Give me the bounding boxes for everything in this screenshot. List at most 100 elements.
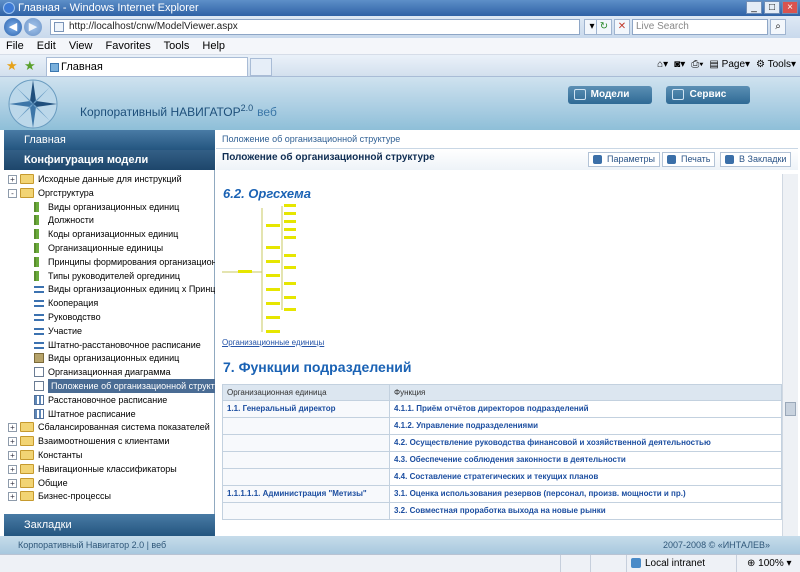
bookmark-label: В Закладки	[739, 154, 787, 164]
forward-button[interactable]: ▶	[24, 18, 42, 36]
printer-icon	[667, 155, 676, 164]
minimize-button[interactable]: _	[746, 1, 762, 14]
add-favorite-icon[interactable]: ★	[24, 58, 36, 74]
org-chart-thumbnail[interactable]	[222, 202, 302, 338]
org-chart-caption[interactable]: Организационные единицы	[222, 338, 324, 347]
print-button[interactable]: Печать	[662, 152, 716, 167]
footer-copyright[interactable]: 2007-2008 © «ИНТАЛЕВ»	[663, 536, 770, 554]
folder-icon	[20, 187, 34, 198]
parameters-button[interactable]: Параметры	[588, 152, 660, 167]
menu-edit[interactable]: Edit	[37, 40, 56, 52]
tree-node[interactable]: + Константы	[4, 448, 215, 462]
expand-icon[interactable]: +	[8, 492, 17, 502]
table-row: 3.2. Совместная проработка выхода на нов…	[222, 502, 782, 520]
favorites-star-icon[interactable]: ★	[6, 58, 18, 74]
function-cell[interactable]: 4.2. Осуществление руководства финансово…	[389, 434, 782, 452]
org-unit-cell[interactable]: 1.1.1.1.1. Администрация "Метизы"	[222, 485, 390, 503]
config-header[interactable]: Конфигурация модели	[4, 150, 215, 170]
tree-node[interactable]: + Бизнес-процессы	[4, 489, 215, 502]
tree-node[interactable]: Руководство	[4, 310, 215, 324]
zoom-indicator[interactable]: ⊕ 100% ▾	[736, 555, 800, 572]
browser-tab[interactable]: Главная	[46, 57, 248, 76]
tree-node[interactable]: Типы руководителей оргединиц	[4, 269, 215, 283]
bookmark-button[interactable]: В Закладки	[720, 152, 792, 167]
tab-bar: ★ ★ Главная ⌂▾ ◙▾ ⎙▾ ▤ Page▾ ⚙ Tools▾	[0, 55, 800, 77]
menu-tools[interactable]: Tools	[164, 40, 190, 52]
function-cell[interactable]: 3.1. Оценка использования резервов (перс…	[389, 485, 782, 503]
tree-node-label: Участие	[48, 325, 83, 336]
function-cell[interactable]: 4.3. Обеспечение соблюдения законности в…	[389, 451, 782, 469]
menu-file[interactable]: File	[6, 40, 24, 52]
tools-menu[interactable]: ⚙ Tools▾	[756, 59, 796, 70]
tree-node[interactable]: Кооперация	[4, 296, 215, 310]
function-cell[interactable]: 4.1.1. Приём отчётов директоров подразде…	[389, 400, 782, 418]
intranet-icon	[631, 558, 641, 568]
bookmarks-header[interactable]: Закладки	[4, 514, 215, 536]
function-cell[interactable]: 3.2. Совместная проработка выхода на нов…	[389, 502, 782, 520]
tree-node[interactable]: + Сбалансированная система показателей	[4, 420, 215, 434]
tree-node[interactable]: + Навигационные классификаторы	[4, 462, 215, 476]
expand-icon[interactable]: +	[8, 464, 17, 474]
function-cell[interactable]: 4.4. Составление стратегических и текущи…	[389, 468, 782, 486]
tree-node[interactable]: Участие	[4, 324, 215, 338]
tree-node[interactable]: Положение об организационной структуре	[4, 379, 215, 393]
tree-node[interactable]: + Взаимоотношения с клиентами	[4, 434, 215, 448]
collapse-icon[interactable]: -	[8, 188, 17, 198]
back-button[interactable]: ◀	[4, 18, 22, 36]
zone-indicator[interactable]: Local intranet	[626, 555, 734, 572]
tree-node[interactable]: Организационная диаграмма	[4, 365, 215, 379]
tree-node[interactable]: - Оргструктура	[4, 186, 215, 200]
breadcrumb[interactable]: Положение об организационной структуре	[222, 134, 400, 144]
print-icon[interactable]: ⎙▾	[691, 59, 703, 70]
tree-node[interactable]: + Общие	[4, 476, 215, 490]
tree-node[interactable]: Коды организационных единиц	[4, 227, 215, 241]
compass-logo-icon	[8, 79, 58, 129]
expand-icon[interactable]: +	[8, 423, 17, 433]
scrollbar-thumb[interactable]	[785, 402, 796, 416]
home-header[interactable]: Главная	[4, 130, 215, 150]
search-icon[interactable]: ⌕	[770, 19, 786, 35]
parameters-label: Параметры	[607, 154, 655, 164]
expand-icon[interactable]: +	[8, 175, 17, 184]
home-icon[interactable]: ⌂▾	[657, 59, 668, 70]
org-unit-cell[interactable]: 1.1. Генеральный директор	[222, 400, 390, 418]
expand-icon[interactable]: +	[8, 478, 17, 488]
page-menu-label: Page	[721, 59, 746, 70]
page-menu[interactable]: ▤ Page▾	[709, 59, 750, 70]
feeds-icon[interactable]: ◙▾	[674, 59, 685, 70]
tree-node-label: Положение об организационной структуре	[48, 379, 215, 393]
folder-icon	[20, 174, 34, 184]
new-tab-button[interactable]	[250, 58, 272, 76]
expand-icon[interactable]: +	[8, 451, 17, 460]
expand-icon[interactable]: +	[8, 437, 17, 447]
stop-icon[interactable]: ✕	[614, 19, 630, 35]
tree-node[interactable]: Штатное расписание	[4, 407, 215, 421]
tree-node[interactable]: Организационные единицы	[4, 241, 215, 255]
tree-node[interactable]: Расстановочное расписание	[4, 393, 215, 407]
function-cell[interactable]: 4.1.2. Управление подразделениями	[389, 417, 782, 435]
menu-favorites[interactable]: Favorites	[106, 40, 151, 52]
maximize-button[interactable]: □	[764, 1, 780, 14]
tree-node-label: Организационная диаграмма	[48, 367, 171, 378]
tree-node[interactable]: Виды организационных единиц	[4, 351, 215, 365]
url-field[interactable]: http://localhost/cnw/ModelViewer.aspx	[50, 19, 580, 35]
tab-title: Главная	[61, 61, 103, 73]
tree-node[interactable]: + Исходные данные для инструкций	[4, 172, 215, 186]
tree-node[interactable]: Виды организационных единиц x Принципы ф…	[4, 282, 215, 296]
menu-help[interactable]: Help	[202, 40, 225, 52]
close-window-button[interactable]: ×	[782, 1, 798, 14]
org-icon	[34, 270, 44, 281]
tree-node[interactable]: Штатно-расстановочное расписание	[4, 338, 215, 352]
table-row: 4.4. Составление стратегических и текущи…	[222, 468, 782, 486]
models-button[interactable]: Модели	[568, 86, 652, 104]
tree-node[interactable]: Виды организационных единиц	[4, 200, 215, 214]
live-search-input[interactable]: Live Search	[632, 19, 768, 35]
menu-view[interactable]: View	[69, 40, 93, 52]
page-icon	[54, 22, 64, 32]
service-button[interactable]: Сервис	[666, 86, 750, 104]
content-scrollbar[interactable]	[782, 174, 798, 536]
tree-node[interactable]: Принципы формирования организационных ед	[4, 255, 215, 269]
refresh-icon[interactable]: ↻	[596, 19, 612, 35]
tab-page-icon	[50, 63, 59, 72]
tree-node[interactable]: Должности	[4, 213, 215, 227]
